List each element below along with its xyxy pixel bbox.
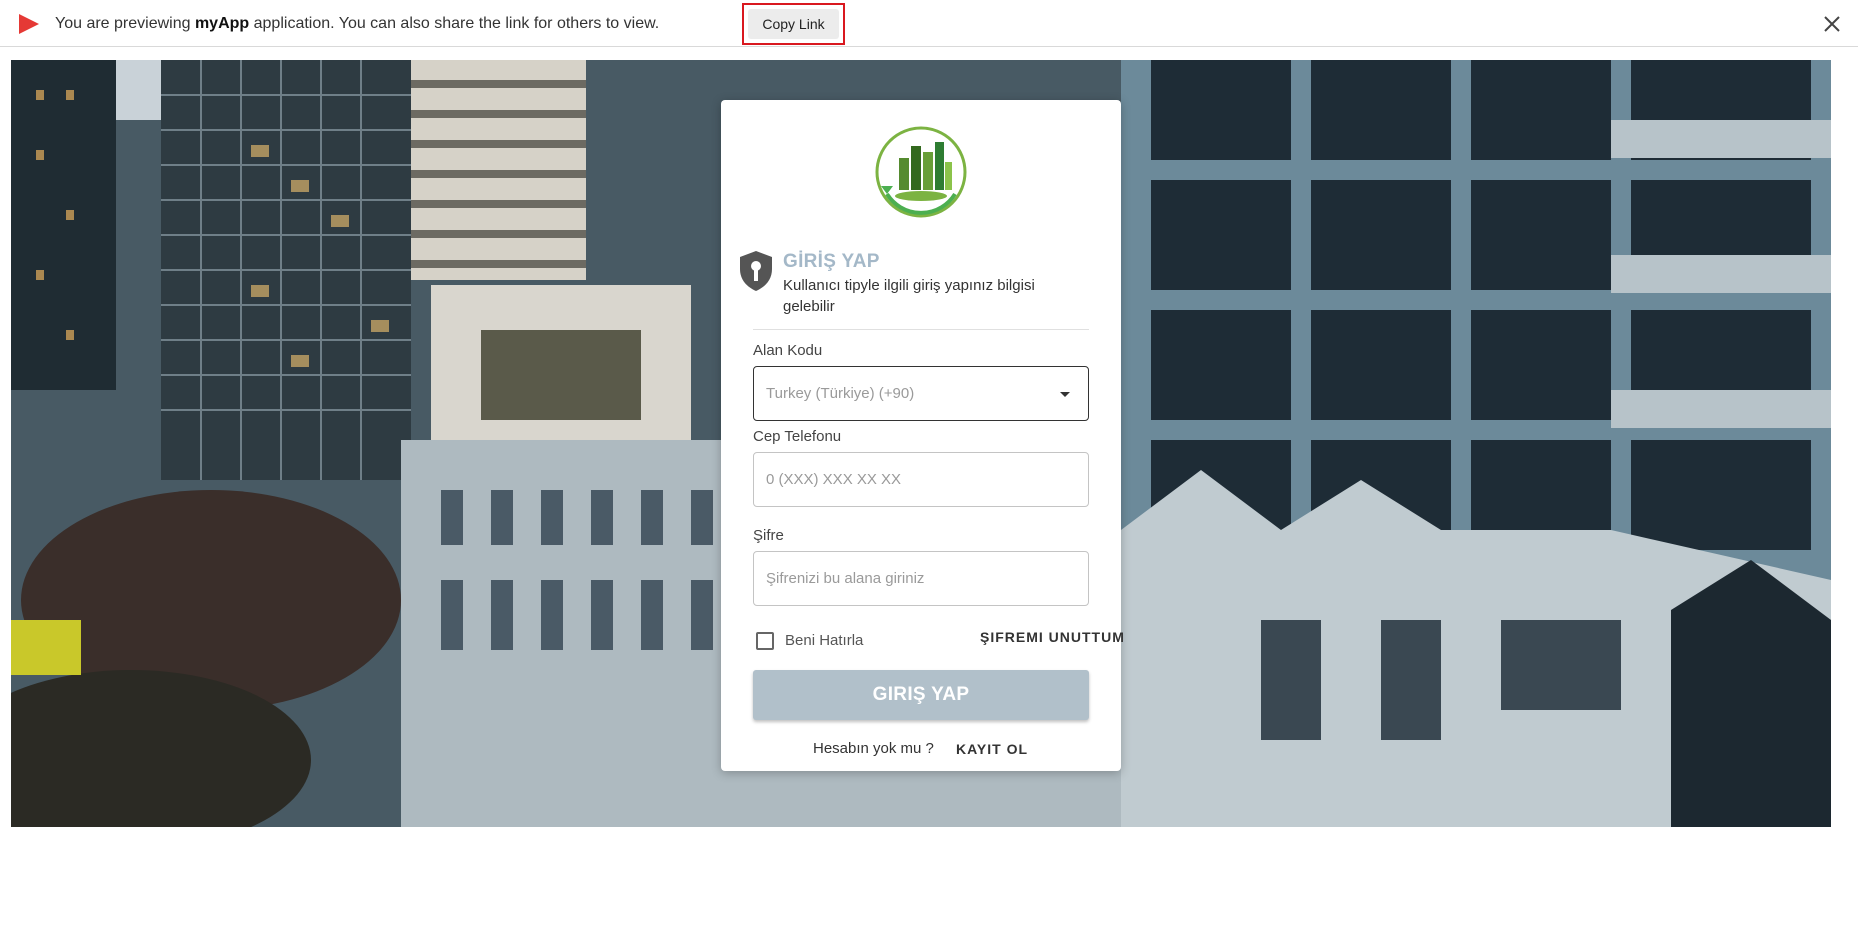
area-code-label: Alan Kodu [753,342,823,359]
phone-input[interactable] [753,452,1089,507]
city-logo-icon [875,126,967,218]
login-title: GİRİŞ YAP [783,251,880,272]
register-link[interactable]: KAYIT OL [956,741,1028,757]
preview-message: You are previewing myApp application. Yo… [55,15,659,33]
shield-key-icon [740,251,772,291]
no-account-text: Hesabın yok mu ? [813,740,934,757]
area-code-value: Turkey (Türkiye) (+90) [766,385,915,402]
copy-link-highlight: Copy Link [742,3,845,45]
close-icon[interactable] [1820,12,1844,36]
password-input[interactable] [753,551,1089,606]
copy-link-button[interactable]: Copy Link [748,9,839,39]
play-icon [19,14,39,34]
phone-label: Cep Telefonu [753,428,842,445]
password-label: Şifre [753,527,784,544]
area-code-select[interactable]: Turkey (Türkiye) (+90) [753,366,1089,421]
chevron-down-icon [1060,392,1070,397]
divider [753,329,1089,330]
login-subtitle: Kullanıcı tipyle ilgili giriş yapınız bi… [783,277,1035,315]
remember-me-checkbox[interactable] [756,632,774,650]
app-name: myApp [194,15,250,32]
remember-me-label: Beni Hatırla [785,632,864,649]
preview-bar: You are previewing myApp application. Yo… [0,0,1858,47]
preview-text-before: You are previewing [55,15,195,32]
forgot-password-link[interactable]: ŞIFREMI UNUTTUM [980,629,1125,645]
preview-text-after: application. You can also share the link… [249,15,660,32]
login-card: GİRİŞ YAP Kullanıcı tipyle ilgili giriş … [721,100,1124,771]
login-button[interactable]: GIRIŞ YAP [753,670,1089,720]
